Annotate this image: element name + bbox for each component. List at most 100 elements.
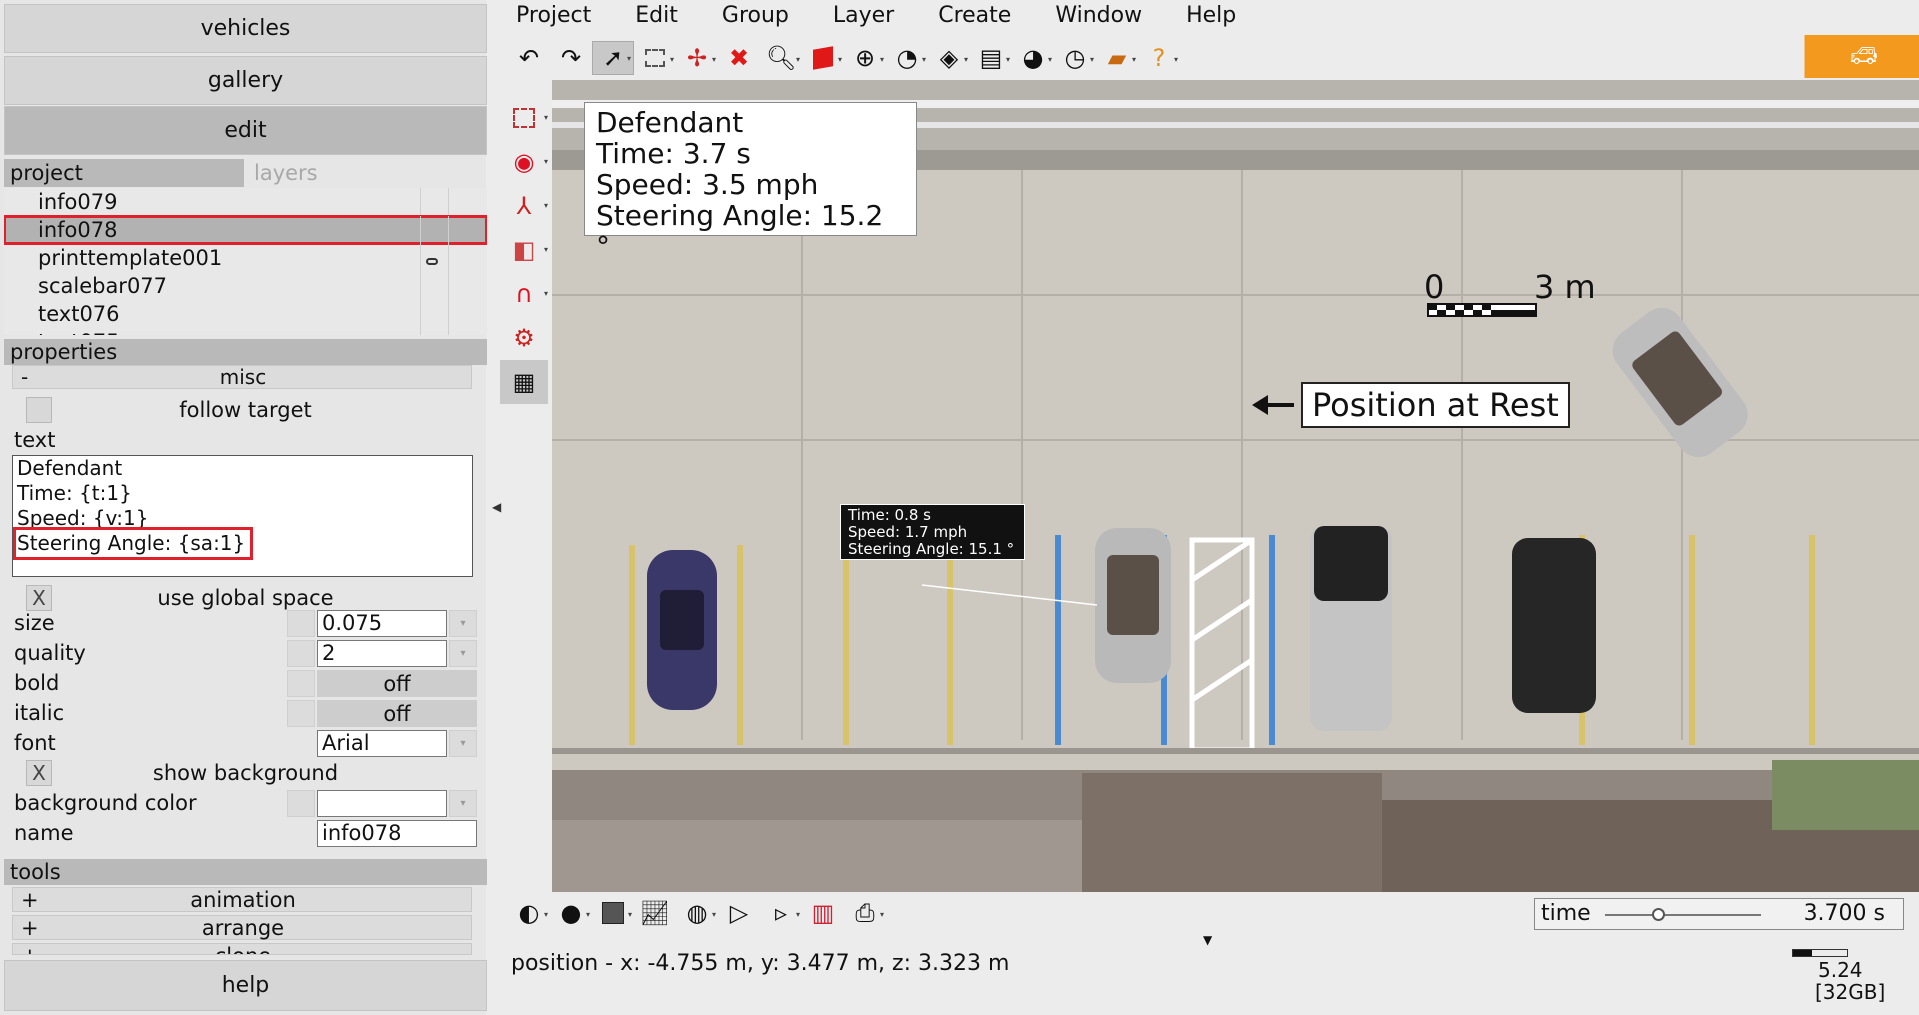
scene-viewport[interactable]: Defendant Time: 3.7 s Speed: 3.5 mph Ste… [552,80,1919,892]
annotation-icon[interactable]: ▤ ▾ [970,41,1012,75]
axes-icon[interactable]: ⅄ ▾ [500,184,548,228]
bold-toggle[interactable]: off [317,670,477,697]
collapse-panel-icon[interactable]: ◀ [492,500,501,514]
cube-icon[interactable]: ▾ [802,41,844,75]
bold-reset[interactable] [287,670,315,697]
tool-animation[interactable]: + animation [12,887,472,912]
text-template-field[interactable]: Defendant Time: {t:1} Speed: {v:1} Steer… [12,455,473,577]
size-input[interactable]: 0.075 [317,610,447,637]
text-line: Defendant [17,456,123,480]
quality-label: quality [14,641,86,665]
layer-list[interactable]: info079 info078 printtemplate001 scaleba… [4,188,487,335]
gauge-icon[interactable]: ◕ ▾ [1012,41,1054,75]
font-row: font Arial ▾ [4,728,487,758]
background-color-reset[interactable] [287,790,315,817]
surface-icon[interactable]: ◈ ▾ [928,41,970,75]
gallery-button[interactable]: gallery [4,56,487,105]
layer-label: scalebar077 [38,274,168,298]
menu-edit[interactable]: Edit [619,3,678,35]
menu-group[interactable]: Group [706,3,789,35]
play-icon[interactable]: ▷ [718,895,760,931]
background-color-row: background color ▾ [4,788,487,818]
name-input[interactable]: info078 [317,820,477,847]
expand-timeline-icon[interactable]: ▼ [1203,933,1212,947]
background-color-label: background color [14,791,197,815]
panel-tabs: project layers [4,159,487,187]
shading-icon[interactable]: ◐ ▾ [508,895,550,931]
ruler-icon[interactable]: ▰ ▾ [1096,41,1138,75]
info-line: Steering Angle: 15.1 ° [848,540,1015,558]
settings-gear-icon[interactable]: ⚙ [500,316,548,360]
quality-reset[interactable] [287,640,315,667]
time-value[interactable]: 3.700 s [1804,901,1885,926]
quality-input[interactable]: 2 [317,640,447,667]
delete-icon[interactable]: ✖ [718,41,760,75]
playback-options-icon[interactable]: ▹ ▾ [760,895,802,931]
misc-section-toggle[interactable]: - misc [12,365,472,389]
edit-button[interactable]: edit [4,106,487,155]
menu-project[interactable]: Project [500,3,591,35]
select-pointer-icon[interactable]: ➚ ▾ [592,41,634,75]
tool-clone[interactable]: + clone [12,943,472,955]
italic-reset[interactable] [287,700,315,727]
sun-panel-icon[interactable]: ◧ ▾ [500,228,548,272]
layer-flags [420,272,476,300]
layer-item-info079[interactable]: info079 [4,188,487,216]
zoom-icon[interactable]: 🔍︎ ▾ [760,41,802,75]
position-at-rest-label[interactable]: Position at Rest [1301,382,1570,428]
layer-item-text076[interactable]: text076 [4,300,487,328]
material-sphere-icon[interactable]: ● ▾ [550,895,592,931]
menu-create[interactable]: Create [922,3,1011,35]
font-dropdown-arrow[interactable]: ▾ [449,730,477,757]
camera-animation-icon[interactable]: ◍ ▾ [676,895,718,931]
record-frame-icon[interactable]: ▾ [500,96,548,140]
tool-arrange[interactable]: + arrange [12,915,472,940]
quality-stepper[interactable]: ▾ [449,640,477,667]
undo-icon[interactable]: ↶ [508,41,550,75]
memory-readout: [32GB] [1815,980,1886,1004]
redo-icon[interactable]: ↷ [550,41,592,75]
lock-icon[interactable] [426,258,438,265]
help-icon[interactable]: ? ▾ [1138,41,1180,75]
background-color-icon[interactable]: ▾ [592,895,634,931]
grid-icon[interactable]: ▦ [500,360,548,404]
tab-layers[interactable]: layers [244,159,487,187]
print-icon[interactable]: ⎙ ▾ [844,895,886,931]
vehicles-button[interactable]: vehicles [4,4,487,53]
menu-help[interactable]: Help [1170,3,1236,35]
layer-item-info078[interactable]: info078 [4,215,487,245]
help-button[interactable]: help [4,960,487,1011]
cursor-position-readout: position - x: -4.755 m, y: 3.477 m, z: 3… [511,951,1010,976]
menu-window[interactable]: Window [1039,3,1142,35]
measure-icon[interactable]: ◔ ▾ [886,41,928,75]
layer-item-scalebar077[interactable]: scalebar077 [4,272,487,300]
target-icon[interactable]: ◉ ▾ [500,140,548,184]
tab-project[interactable]: project [4,159,244,187]
graph-icon[interactable]: 📈︎ [634,895,676,931]
name-label: name [14,821,74,845]
layer-item-printtemplate001[interactable]: printtemplate001 [4,244,487,272]
dial-icon[interactable]: ◷ ▾ [1054,41,1096,75]
left-panel: vehicles gallery edit project layers inf… [0,0,487,1015]
move-icon[interactable]: ⊕ ▾ [844,41,886,75]
layer-item-text075[interactable]: text075 [4,328,487,335]
menu-layer[interactable]: Layer [817,3,894,35]
magnet-icon[interactable]: ∩ ▾ [500,272,548,316]
box-select-icon[interactable]: ▾ [634,41,676,75]
background-color-swatch[interactable] [317,790,447,817]
background-color-arrow[interactable]: ▾ [449,790,477,817]
frame-rate-readout: 5.24 [1818,958,1863,982]
layer-flags [420,188,476,216]
info-label-defendant[interactable]: Defendant Time: 3.7 s Speed: 3.5 mph Ste… [584,102,917,262]
info-line: Steering Angle: 15.2 ° [596,199,884,263]
time-slider-handle[interactable] [1651,908,1665,921]
font-select[interactable]: Arial [317,730,447,757]
size-stepper[interactable]: ▾ [449,610,477,637]
size-reset[interactable] [287,610,315,637]
info-label-small[interactable]: Time: 0.8 s Speed: 1.7 mph Steering Angl… [840,504,1025,560]
report-icon[interactable]: ▥ [802,895,844,931]
snap-icon[interactable]: ✢ ▾ [676,41,718,75]
italic-toggle[interactable]: off [317,700,477,727]
time-slider-track[interactable] [1605,914,1761,916]
scale-bar-start-label: 0 [1424,268,1445,306]
